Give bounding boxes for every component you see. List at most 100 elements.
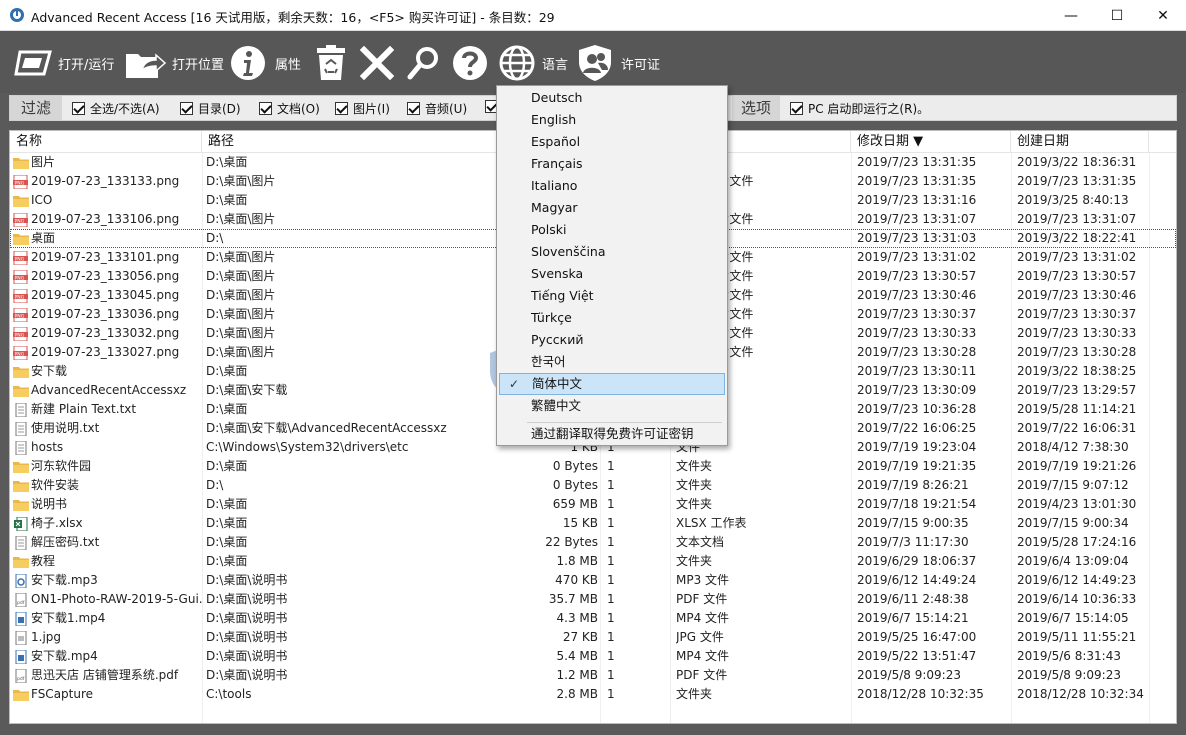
table-row[interactable]: 安下载1.mp4 D:\桌面\说明书 4.3 MB 1 MP4 文件 2019/6/7 1… bbox=[10, 609, 1176, 628]
picture-label: 图片(I) bbox=[353, 102, 390, 116]
row-size: 22 Bytes bbox=[545, 535, 598, 549]
checkbox-checked-icon bbox=[72, 102, 85, 115]
svg-text:pdf: pdf bbox=[17, 600, 25, 606]
translate-license-menu-item[interactable]: 通过翻译取得免费许可证密钥 bbox=[499, 423, 725, 445]
language-menu-item[interactable]: Español bbox=[499, 131, 725, 153]
language-menu-item[interactable]: Tiếng Việt bbox=[499, 285, 725, 307]
language-menu-item[interactable]: Polski bbox=[499, 219, 725, 241]
language-menu-item[interactable]: Svenska bbox=[499, 263, 725, 285]
row-created-date: 2019/7/23 13:30:37 bbox=[1017, 307, 1137, 321]
svg-text:PNG: PNG bbox=[15, 256, 25, 262]
row-type: 文件夹 bbox=[676, 478, 713, 492]
row-name: 安下载.mp4 bbox=[13, 647, 203, 666]
picture-checkbox[interactable]: 图片(I) bbox=[335, 100, 390, 117]
video-file-icon bbox=[15, 649, 27, 664]
row-modified-date: 2018/12/28 10:32:35 bbox=[857, 687, 984, 701]
row-created-date: 2019/6/4 13:09:04 bbox=[1017, 554, 1129, 568]
row-modified-date: 2019/7/22 16:06:25 bbox=[857, 421, 977, 435]
row-modified-date: 2019/5/25 16:47:00 bbox=[857, 630, 977, 644]
row-modified-date: 2019/5/8 9:09:23 bbox=[857, 668, 961, 682]
trash-icon bbox=[317, 45, 345, 80]
language-menu-item[interactable]: 한국어 bbox=[499, 351, 725, 373]
table-row[interactable]: FSCapture C:\tools 2.8 MB 1 文件夹 2018/12/28 10… bbox=[10, 685, 1176, 704]
language-menu-item[interactable]: Magyar bbox=[499, 197, 725, 219]
table-row[interactable]: 椅子.xlsx D:\桌面 15 KB 1 XLSX 工作表 2019/7/15 9:00… bbox=[10, 514, 1176, 533]
column-header-name[interactable]: 名称 bbox=[10, 131, 202, 153]
document-label: 文档(O) bbox=[277, 102, 320, 116]
audio-checkbox[interactable]: 音频(U) bbox=[407, 100, 467, 117]
row-count: 1 bbox=[607, 611, 615, 625]
options-title: 选项 bbox=[732, 96, 780, 120]
row-name: 使用说明.txt bbox=[13, 419, 203, 438]
document-checkbox[interactable]: 文档(O) bbox=[259, 100, 320, 117]
table-row[interactable]: 河东软件园 D:\桌面 0 Bytes 1 文件夹 2019/7/19 19:21:35 2… bbox=[10, 457, 1176, 476]
row-name-text: 安下载.mp3 bbox=[31, 573, 98, 587]
language-menu-item[interactable]: Français bbox=[499, 153, 725, 175]
row-name: 说明书 bbox=[13, 495, 203, 514]
row-path: D:\桌面 bbox=[206, 554, 248, 568]
remove-item-button[interactable] bbox=[360, 43, 394, 83]
row-path: D:\桌面\图片 bbox=[206, 288, 276, 302]
directory-checkbox[interactable]: 目录(D) bbox=[180, 100, 241, 117]
language-menu-item[interactable]: 繁體中文 bbox=[499, 395, 725, 417]
table-row[interactable]: 教程 D:\桌面 1.8 MB 1 文件夹 2019/6/29 18:06:37 2019/… bbox=[10, 552, 1176, 571]
table-row[interactable]: 说明书 D:\桌面 659 MB 1 文件夹 2019/7/18 19:21:54 2019… bbox=[10, 495, 1176, 514]
row-name-text: 教程 bbox=[31, 554, 56, 568]
row-path: C:\Windows\System32\drivers\etc bbox=[206, 440, 409, 454]
language-menu-item[interactable]: Deutsch bbox=[499, 87, 725, 109]
row-modified-date: 2019/7/23 13:31:35 bbox=[857, 174, 977, 188]
language-menu-item[interactable]: Slovenščina bbox=[499, 241, 725, 263]
row-type: PDF 文件 bbox=[676, 592, 728, 606]
pc-start-run-checkbox[interactable]: PC 启动即运行之(R)。 bbox=[790, 100, 929, 117]
folder-icon bbox=[13, 480, 29, 492]
language-menu-item[interactable]: Русский bbox=[499, 329, 725, 351]
row-created-date: 2019/6/14 10:36:33 bbox=[1017, 592, 1137, 606]
language-menu-item[interactable]: Italiano bbox=[499, 175, 725, 197]
minimize-button[interactable]: — bbox=[1048, 0, 1094, 31]
column-header-modified[interactable]: 修改日期 ▼ bbox=[851, 131, 1011, 153]
table-row[interactable]: pdf ON1-Photo-RAW-2019-5-Gui... D:\桌面\说明书 3… bbox=[10, 590, 1176, 609]
close-button[interactable]: ✕ bbox=[1140, 0, 1186, 31]
table-row[interactable]: 1.jpg D:\桌面\说明书 27 KB 1 JPG 文件 2019/5/25 16:4… bbox=[10, 628, 1176, 647]
open-location-button[interactable]: 打开位置 bbox=[124, 43, 224, 83]
row-size: 4.3 MB bbox=[556, 611, 598, 625]
row-path: D:\桌面\图片 bbox=[206, 326, 276, 340]
text-file-icon bbox=[15, 421, 27, 436]
open-run-label: 打开/运行 bbox=[58, 57, 115, 73]
select-all-checkbox[interactable]: 全选/不选(A) bbox=[72, 100, 160, 117]
column-header-created[interactable]: 创建日期 bbox=[1011, 131, 1149, 153]
table-row[interactable]: 安下载.mp4 D:\桌面\说明书 5.4 MB 1 MP4 文件 2019/5/22 1… bbox=[10, 647, 1176, 666]
row-created-date: 2019/7/23 13:31:35 bbox=[1017, 174, 1137, 188]
language-menu-item[interactable]: ✓ 简体中文 bbox=[499, 373, 725, 395]
language-button[interactable]: 语言 bbox=[498, 43, 568, 83]
table-row[interactable]: pdf 思迅天店 店铺管理系统.pdf D:\桌面\说明书 1.2 MB 1 PDF 文件… bbox=[10, 666, 1176, 685]
language-name: 繁體中文 bbox=[531, 398, 582, 413]
png-file-icon: PNG bbox=[13, 269, 28, 284]
license-button[interactable]: 许可证 bbox=[578, 43, 660, 83]
row-created-date: 2019/5/28 17:24:16 bbox=[1017, 535, 1137, 549]
row-modified-date: 2019/7/18 19:21:54 bbox=[857, 497, 977, 511]
maximize-button[interactable]: ☐ bbox=[1094, 0, 1140, 31]
row-name-text: 1.jpg bbox=[31, 630, 62, 644]
row-path: D:\桌面 bbox=[206, 535, 248, 549]
checkbox-checked-icon bbox=[790, 102, 803, 115]
properties-button[interactable]: 属性 bbox=[230, 43, 301, 83]
row-path: D:\桌面\说明书 bbox=[206, 573, 288, 587]
language-menu-item[interactable]: Türkçe bbox=[499, 307, 725, 329]
row-name: FSCapture bbox=[13, 685, 203, 704]
table-row[interactable]: 安下载.mp3 D:\桌面\说明书 470 KB 1 MP3 文件 2019/6/12 1… bbox=[10, 571, 1176, 590]
row-name: PNG 2019-07-23_133036.png bbox=[13, 305, 203, 324]
open-run-button[interactable]: 打开/运行 bbox=[14, 43, 114, 83]
row-count: 1 bbox=[607, 516, 615, 530]
row-created-date: 2019/3/22 18:22:41 bbox=[1017, 231, 1137, 245]
help-button[interactable] bbox=[452, 43, 488, 83]
row-name: PNG 2019-07-23_133045.png bbox=[13, 286, 203, 305]
row-count: 1 bbox=[607, 573, 615, 587]
clear-list-button[interactable] bbox=[316, 43, 346, 83]
table-row[interactable]: 软件安装 D:\ 0 Bytes 1 文件夹 2019/7/19 8:26:21 2019/… bbox=[10, 476, 1176, 495]
language-menu-item[interactable]: English bbox=[499, 109, 725, 131]
search-button[interactable] bbox=[407, 43, 439, 83]
row-path: C:\tools bbox=[206, 687, 252, 701]
row-created-date: 2018/4/12 7:38:30 bbox=[1017, 440, 1129, 454]
table-row[interactable]: 解压密码.txt D:\桌面 22 Bytes 1 文本文档 2019/7/3 11:17… bbox=[10, 533, 1176, 552]
